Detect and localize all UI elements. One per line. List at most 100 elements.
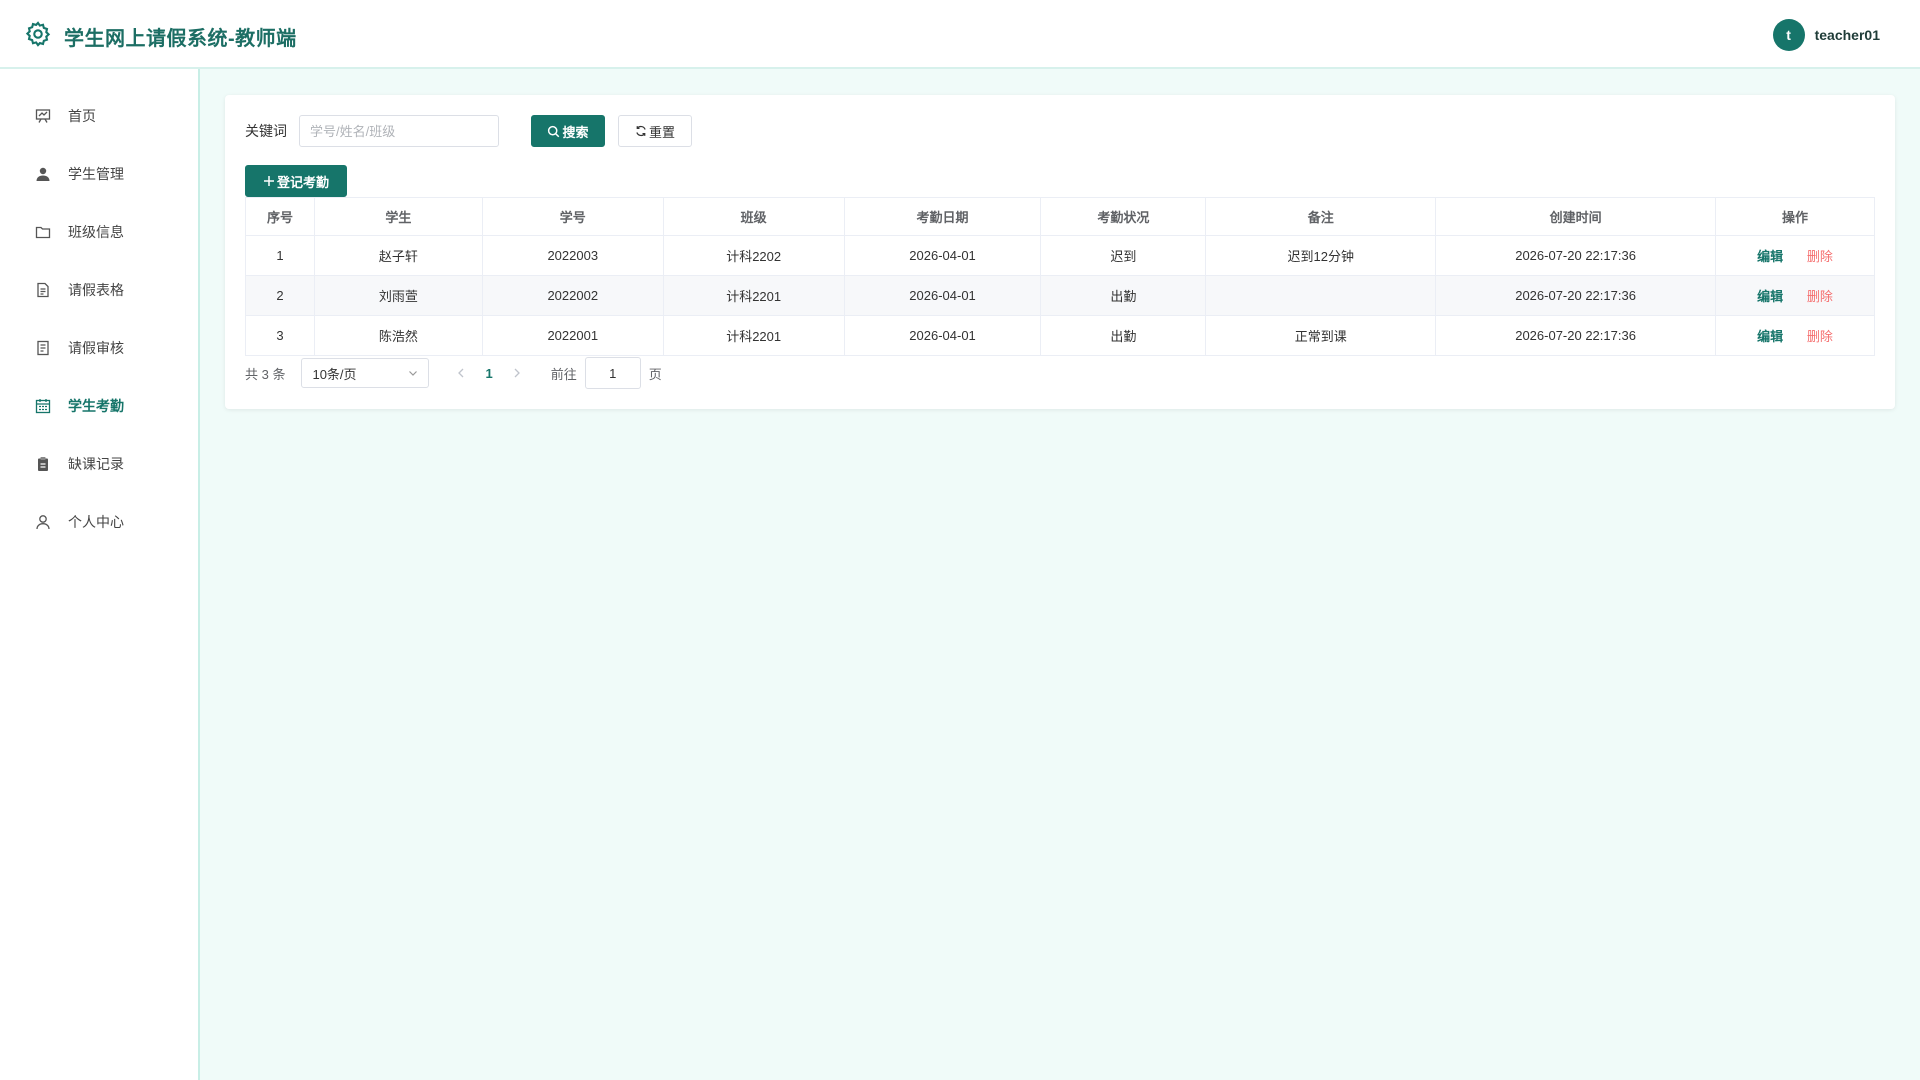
- top-header: 学生网上请假系统-教师端 t teacher01: [0, 0, 1920, 69]
- edit-button[interactable]: 编辑: [1757, 249, 1783, 264]
- edit-button[interactable]: 编辑: [1757, 329, 1783, 344]
- folder-icon: [34, 223, 52, 241]
- chevron-right-icon: [514, 368, 520, 377]
- cell-actions: 编辑 删除: [1715, 315, 1875, 356]
- table-row: 2 刘雨萱 2022002 计科2201 2026-04-01 出勤 2026-…: [245, 275, 1875, 316]
- sidebar-item-leave-review[interactable]: 请假审核: [0, 319, 198, 377]
- sidebar-item-label: 个人中心: [68, 514, 124, 530]
- refresh-icon: [636, 125, 646, 137]
- cell-date: 2026-04-01: [843, 275, 1042, 316]
- calendar-icon: [34, 397, 52, 415]
- cell-student-id: 2022001: [481, 315, 664, 356]
- page-suffix: 页: [648, 366, 662, 382]
- cell-student: 赵子轩: [313, 235, 483, 276]
- sidebar-item-label: 学生管理: [68, 166, 124, 182]
- column-header[interactable]: 序号: [245, 197, 315, 236]
- sidebar-item-leave-form[interactable]: 请假表格: [0, 261, 198, 319]
- cell-status: 出勤: [1040, 275, 1207, 316]
- delete-button[interactable]: 删除: [1807, 329, 1833, 344]
- column-header[interactable]: 学生: [313, 197, 483, 236]
- sidebar-item-label: 请假表格: [68, 282, 124, 298]
- reset-button-label: 重置: [648, 124, 675, 140]
- search-input[interactable]: [299, 115, 499, 147]
- next-page-button[interactable]: [513, 366, 521, 381]
- column-header[interactable]: 考勤状况: [1040, 197, 1207, 236]
- page-size-value: 10条/页: [312, 366, 357, 382]
- add-attendance-button[interactable]: 登记考勤: [245, 165, 347, 197]
- user-menu[interactable]: t teacher01: [1772, 19, 1880, 51]
- column-header[interactable]: 考勤日期: [843, 197, 1042, 236]
- cell-student-id: 2022003: [481, 235, 664, 276]
- sidebar-item-label: 学生考勤: [68, 398, 124, 414]
- cell-remark: [1205, 275, 1437, 316]
- cell-actions: 编辑 删除: [1715, 275, 1875, 316]
- sidebar-item-label: 缺课记录: [68, 456, 124, 472]
- attendance-table: 序号 学生 学号 班级 考勤日期 考勤状况 备注 创建时间 操作 1 赵子轩 2…: [245, 197, 1875, 356]
- sidebar-nav: 首页 学生管理 班级信息 请假表格 请假审核 学生考勤 缺课记录 个人中心: [0, 69, 198, 551]
- document-check-icon: [34, 339, 52, 357]
- cell-index: 2: [245, 275, 315, 316]
- search-button-label: 搜索: [562, 124, 589, 140]
- search-button[interactable]: 搜索: [531, 115, 605, 147]
- sidebar-item-attendance[interactable]: 学生考勤: [0, 377, 198, 435]
- cell-actions: 编辑 删除: [1715, 235, 1875, 276]
- sidebar-item-home[interactable]: 首页: [0, 87, 198, 145]
- goto-label: 前往: [550, 366, 577, 382]
- edit-button[interactable]: 编辑: [1757, 289, 1783, 304]
- cell-date: 2026-04-01: [843, 315, 1042, 356]
- cell-index: 1: [245, 235, 315, 276]
- cell-created: 2026-07-20 22:17:36: [1435, 275, 1716, 316]
- pagination-total: 共 3 条: [245, 366, 286, 382]
- username[interactable]: teacher01: [1815, 27, 1880, 43]
- reset-button[interactable]: 重置: [618, 115, 692, 147]
- cell-status: 迟到: [1040, 235, 1207, 276]
- page-number-current[interactable]: 1: [485, 366, 492, 381]
- goto-page-input[interactable]: [584, 357, 641, 389]
- cell-remark: 迟到12分钟: [1205, 235, 1437, 276]
- chevron-down-icon: [409, 371, 418, 376]
- app-title: 学生网上请假系统-教师端: [64, 28, 297, 50]
- cell-class: 计科2201: [662, 315, 845, 356]
- sidebar-item-absence-records[interactable]: 缺课记录: [0, 435, 198, 493]
- cell-status: 出勤: [1040, 315, 1207, 356]
- user-solid-icon: [34, 165, 52, 183]
- column-header[interactable]: 班级: [662, 197, 845, 236]
- column-header[interactable]: 创建时间: [1435, 197, 1716, 236]
- column-header[interactable]: 学号: [481, 197, 664, 236]
- sidebar-item-label: 请假审核: [68, 340, 124, 356]
- delete-button[interactable]: 删除: [1807, 249, 1833, 264]
- add-attendance-label: 登记考勤: [276, 174, 329, 190]
- prev-page-button[interactable]: [457, 366, 465, 381]
- user-outline-icon: [34, 513, 52, 531]
- sidebar: 首页 学生管理 班级信息 请假表格 请假审核 学生考勤 缺课记录 个人中心: [0, 69, 200, 1080]
- sidebar-item-student-management[interactable]: 学生管理: [0, 145, 198, 203]
- presentation-icon: [34, 107, 52, 125]
- page-size-select[interactable]: 10条/页: [301, 358, 430, 388]
- pagination: 共 3 条 10条/页 1 前往 页: [245, 357, 662, 389]
- column-header[interactable]: 备注: [1205, 197, 1437, 236]
- sidebar-item-label: 首页: [68, 108, 96, 124]
- search-bar: 关键词 搜索 重置: [245, 115, 692, 147]
- table-row: 3 陈浩然 2022001 计科2201 2026-04-01 出勤 正常到课 …: [245, 315, 1875, 356]
- cell-index: 3: [245, 315, 315, 356]
- cell-remark: 正常到课: [1205, 315, 1437, 356]
- sidebar-item-label: 班级信息: [68, 224, 124, 240]
- cell-class: 计科2201: [662, 275, 845, 316]
- plus-icon: [263, 176, 274, 186]
- cell-created: 2026-07-20 22:17:36: [1435, 235, 1716, 276]
- sidebar-item-personal-center[interactable]: 个人中心: [0, 493, 198, 551]
- column-header: 操作: [1715, 197, 1875, 236]
- search-label: 关键词: [245, 123, 287, 139]
- search-icon: [548, 125, 560, 137]
- cell-date: 2026-04-01: [843, 235, 1042, 276]
- table-row: 1 赵子轩 2022003 计科2202 2026-04-01 迟到 迟到12分…: [245, 235, 1875, 276]
- avatar[interactable]: t: [1772, 19, 1805, 51]
- document-icon: [34, 281, 52, 299]
- cell-student-id: 2022002: [481, 275, 664, 316]
- delete-button[interactable]: 删除: [1807, 289, 1833, 304]
- table-header-row: 序号 学生 学号 班级 考勤日期 考勤状况 备注 创建时间 操作: [245, 197, 1875, 236]
- cell-student: 刘雨萱: [313, 275, 483, 316]
- clipboard-icon: [34, 455, 52, 473]
- cell-created: 2026-07-20 22:17:36: [1435, 315, 1716, 356]
- sidebar-item-class-info[interactable]: 班级信息: [0, 203, 198, 261]
